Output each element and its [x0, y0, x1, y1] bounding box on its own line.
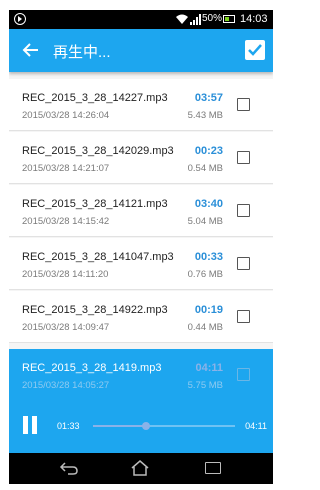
select-checkbox[interactable] — [237, 151, 250, 164]
file-size: 5.43 MB — [187, 110, 223, 121]
recording-duration: 00:33 — [194, 251, 223, 263]
file-name: REC_2015_3_28_141047.mp3 — [22, 251, 174, 263]
screenshot-frame: 50% 14:03 再生中... REC_2015_3_28_14227.mp3… — [0, 0, 286, 490]
battery-icon — [223, 15, 235, 23]
recording-date: 2015/03/28 14:11:20 — [22, 269, 109, 280]
select-checkbox[interactable] — [237, 204, 250, 217]
clock: 14:03 — [240, 13, 268, 25]
recording-duration: 00:23 — [194, 145, 223, 157]
now-playing-checkbox[interactable] — [237, 368, 250, 381]
seek-thumb[interactable] — [141, 422, 150, 430]
list-item[interactable]: REC_2015_3_28_142029.mp3 2015/03/28 14:2… — [9, 132, 273, 184]
app-bar: 再生中... — [9, 29, 273, 72]
recording-duration: 03:57 — [194, 92, 223, 104]
file-size: 0.44 MB — [187, 322, 223, 333]
list-item[interactable]: REC_2015_3_28_14922.mp3 2015/03/28 14:09… — [9, 291, 273, 343]
nav-recents-icon[interactable] — [205, 462, 221, 474]
navigation-bar — [9, 453, 273, 484]
now-playing-date: 2015/03/28 14:05:27 — [22, 380, 110, 391]
list-item[interactable]: REC_2015_3_28_14121.mp3 2015/03/28 14:15… — [9, 185, 273, 237]
now-playing-size: 5.75 MB — [187, 380, 223, 391]
now-playing-panel: REC_2015_3_28_1419.mp3 2015/03/28 14:05:… — [9, 349, 273, 453]
page-title: 再生中... — [53, 44, 111, 61]
nav-home-icon[interactable] — [130, 460, 150, 476]
list-item[interactable]: REC_2015_3_28_14227.mp3 2015/03/28 14:26… — [9, 79, 273, 131]
recording-date: 2015/03/28 14:15:42 — [22, 216, 110, 227]
file-size: 0.76 MB — [187, 269, 223, 280]
current-time: 01:33 — [57, 421, 80, 431]
seek-progress — [93, 425, 146, 427]
recording-duration: 00:19 — [194, 304, 223, 316]
pause-icon-bar — [32, 416, 37, 434]
checkmark-icon — [248, 44, 262, 56]
phone-screen: 50% 14:03 再生中... REC_2015_3_28_14227.mp3… — [9, 10, 273, 484]
select-checkbox[interactable] — [237, 257, 250, 270]
select-checkbox[interactable] — [237, 98, 250, 111]
file-name: REC_2015_3_28_142029.mp3 — [22, 145, 174, 157]
play-notification-icon — [14, 13, 26, 25]
back-arrow-icon[interactable] — [22, 41, 40, 59]
file-size: 0.54 MB — [187, 163, 223, 174]
status-bar: 50% 14:03 — [9, 10, 273, 29]
nav-back-icon[interactable] — [59, 461, 79, 475]
recording-date: 2015/03/28 14:09:47 — [22, 322, 110, 333]
now-playing-duration: 04:11 — [195, 362, 223, 374]
battery-percent: 50% — [202, 13, 223, 24]
file-name: REC_2015_3_28_14922.mp3 — [22, 304, 168, 316]
wifi-icon — [176, 14, 188, 24]
recording-date: 2015/03/28 14:21:07 — [22, 163, 110, 174]
recording-date: 2015/03/28 14:26:04 — [22, 110, 110, 121]
pause-button[interactable] — [22, 416, 38, 434]
select-checkbox[interactable] — [237, 310, 250, 323]
file-name: REC_2015_3_28_14121.mp3 — [22, 198, 168, 210]
battery-fill — [225, 17, 229, 21]
file-name: REC_2015_3_28_14227.mp3 — [22, 92, 168, 104]
total-time: 04:11 — [245, 421, 267, 431]
seek-bar[interactable] — [93, 422, 235, 430]
pause-icon-bar — [23, 416, 28, 434]
now-playing-file-name: REC_2015_3_28_1419.mp3 — [22, 362, 162, 374]
list-item[interactable]: REC_2015_3_28_141047.mp3 2015/03/28 14:1… — [9, 238, 273, 290]
select-all-button[interactable] — [245, 40, 265, 60]
file-size: 5.04 MB — [187, 216, 223, 227]
signal-icon — [190, 14, 201, 25]
recording-duration: 03:40 — [194, 198, 223, 210]
